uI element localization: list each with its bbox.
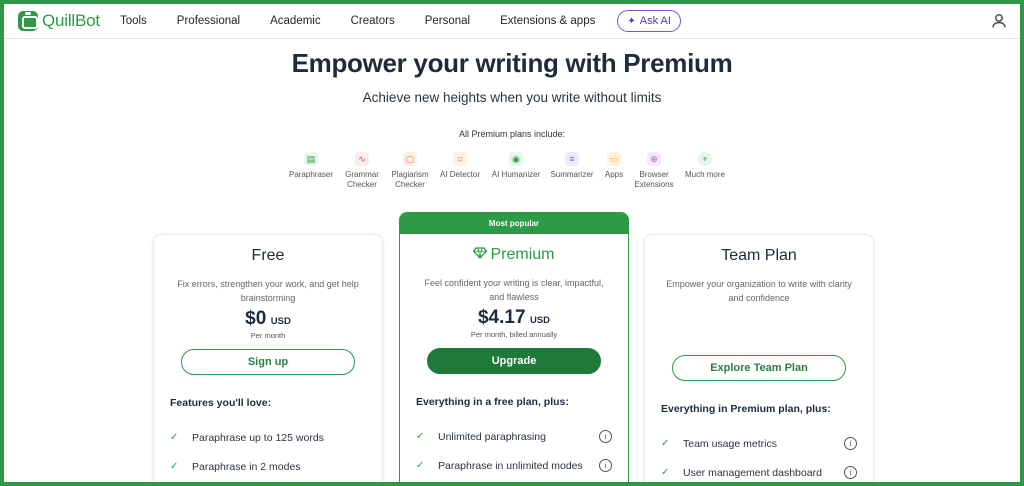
browser-extensions-icon: ⊕ <box>647 152 661 166</box>
list-item: ✓ Paraphrase up to 125 words <box>170 431 324 444</box>
plagiarism-checker-icon: ▢ <box>403 152 417 166</box>
plan-price: $4.17 USD <box>400 307 628 329</box>
feature-ai-detector[interactable]: ⌗ AI Detector <box>432 152 488 190</box>
check-icon: ✓ <box>661 438 670 449</box>
plan-title: Premium <box>400 246 628 264</box>
brand-name: QuillBot <box>42 11 100 30</box>
user-account-icon[interactable] <box>990 12 1008 30</box>
feature-list: ✓ Unlimited paraphrasing i ✓ Paraphrase … <box>416 422 628 480</box>
feature-plagiarism-checker[interactable]: ▢ Plagiarism Checker <box>388 152 432 190</box>
summarizer-icon: ≡ <box>565 152 579 166</box>
nav-personal[interactable]: Personal <box>425 15 470 27</box>
plan-description: Fix errors, strengthen your work, and ge… <box>177 279 359 303</box>
ask-ai-label: Ask AI <box>639 15 671 27</box>
price-currency: USD <box>270 316 291 327</box>
ai-detector-icon: ⌗ <box>453 152 467 166</box>
price-amount: $0 <box>245 308 267 329</box>
price-currency: USD <box>529 315 551 326</box>
diamond-icon <box>473 246 488 264</box>
page-title: Empower your writing with Premium <box>291 48 733 78</box>
features-heading: Everything in Premium plan, plus: <box>661 403 831 415</box>
includes-label: All Premium plans include: <box>458 129 566 139</box>
list-item: ✓ Paraphrase in 2 modes <box>170 460 301 473</box>
info-icon[interactable]: i <box>844 466 857 479</box>
plan-title: Free <box>251 247 285 264</box>
check-icon: ✓ <box>170 461 179 472</box>
top-navigation: QuillBot Tools Professional Academic Cre… <box>4 4 1020 39</box>
feature-paraphraser[interactable]: ▤ Paraphraser <box>286 152 336 190</box>
list-item: ✓ Team usage metrics i <box>661 429 873 458</box>
nav-creators[interactable]: Creators <box>351 15 395 27</box>
check-icon: ✓ <box>661 467 670 478</box>
list-item: ✓ Paraphrase in unlimited modes i <box>416 451 628 480</box>
quillbot-logo-icon <box>18 11 38 31</box>
features-heading: Features you'll love: <box>170 397 272 409</box>
page-subtitle: Achieve new heights when you write witho… <box>362 90 662 105</box>
info-icon[interactable]: i <box>599 459 612 472</box>
feature-summarizer[interactable]: ≡ Summarizer <box>544 152 600 190</box>
nav-academic[interactable]: Academic <box>270 15 321 27</box>
sparkle-icon: ✦ <box>627 15 636 27</box>
check-icon: ✓ <box>416 431 425 442</box>
plan-title: Team Plan <box>721 247 797 264</box>
feature-ai-humanizer[interactable]: ◉ AI Humanizer <box>488 152 544 190</box>
feature-list: ✓ Paraphrase up to 125 words ✓ Paraphras… <box>170 423 382 481</box>
price-note: Per month <box>250 331 286 340</box>
feature-apps[interactable]: ▭ Apps <box>600 152 628 190</box>
upgrade-button[interactable]: Upgrade <box>427 348 601 374</box>
nav-professional[interactable]: Professional <box>177 15 240 27</box>
paraphraser-icon: ▤ <box>304 152 318 166</box>
plan-description: Feel confident your writing is clear, im… <box>424 278 604 302</box>
list-item: ✓ User management dashboard i <box>661 458 873 486</box>
check-icon: ✓ <box>170 432 179 443</box>
feature-browser-extensions[interactable]: ⊕ Browser Extensions <box>628 152 680 190</box>
list-item: ✓ Unlimited paraphrasing i <box>416 422 628 451</box>
check-icon: ✓ <box>416 460 425 471</box>
explore-team-plan-button[interactable]: Explore Team Plan <box>672 355 846 381</box>
ai-humanizer-icon: ◉ <box>509 152 523 166</box>
info-icon[interactable]: i <box>844 437 857 450</box>
price-note: Per month, billed annually <box>470 330 558 339</box>
nav-extensions-apps[interactable]: Extensions & apps <box>500 15 595 27</box>
main-nav: Tools Professional Academic Creators Per… <box>120 10 681 32</box>
features-heading: Everything in a free plan, plus: <box>416 396 569 408</box>
apps-icon: ▭ <box>607 152 621 166</box>
quillbot-logo[interactable]: QuillBot <box>18 11 100 31</box>
plus-icon: + <box>698 152 712 166</box>
plan-card-free: Free Fix errors, strengthen your work, a… <box>153 234 383 486</box>
plan-price: $0 USD <box>154 308 382 330</box>
price-spacer <box>645 305 873 346</box>
ask-ai-button[interactable]: ✦ Ask AI <box>617 10 681 32</box>
nav-tools[interactable]: Tools <box>120 15 147 27</box>
plan-card-premium: Most popular Premium Feel confident your… <box>399 212 629 486</box>
feature-much-more[interactable]: + Much more <box>680 152 730 190</box>
plan-description: Empower your organization to write with … <box>666 279 852 303</box>
premium-features-strip: ▤ Paraphraser ∿ Grammar Checker ▢ Plagia… <box>286 152 730 190</box>
feature-grammar-checker[interactable]: ∿ Grammar Checker <box>336 152 388 190</box>
sign-up-button[interactable]: Sign up <box>181 349 355 375</box>
grammar-checker-icon: ∿ <box>355 152 369 166</box>
feature-list: ✓ Team usage metrics i ✓ User management… <box>661 429 873 486</box>
info-icon[interactable]: i <box>599 430 612 443</box>
plan-card-team: Team Plan Empower your organization to w… <box>644 234 874 486</box>
price-amount: $4.17 <box>477 307 526 328</box>
most-popular-badge: Most popular <box>400 213 628 234</box>
